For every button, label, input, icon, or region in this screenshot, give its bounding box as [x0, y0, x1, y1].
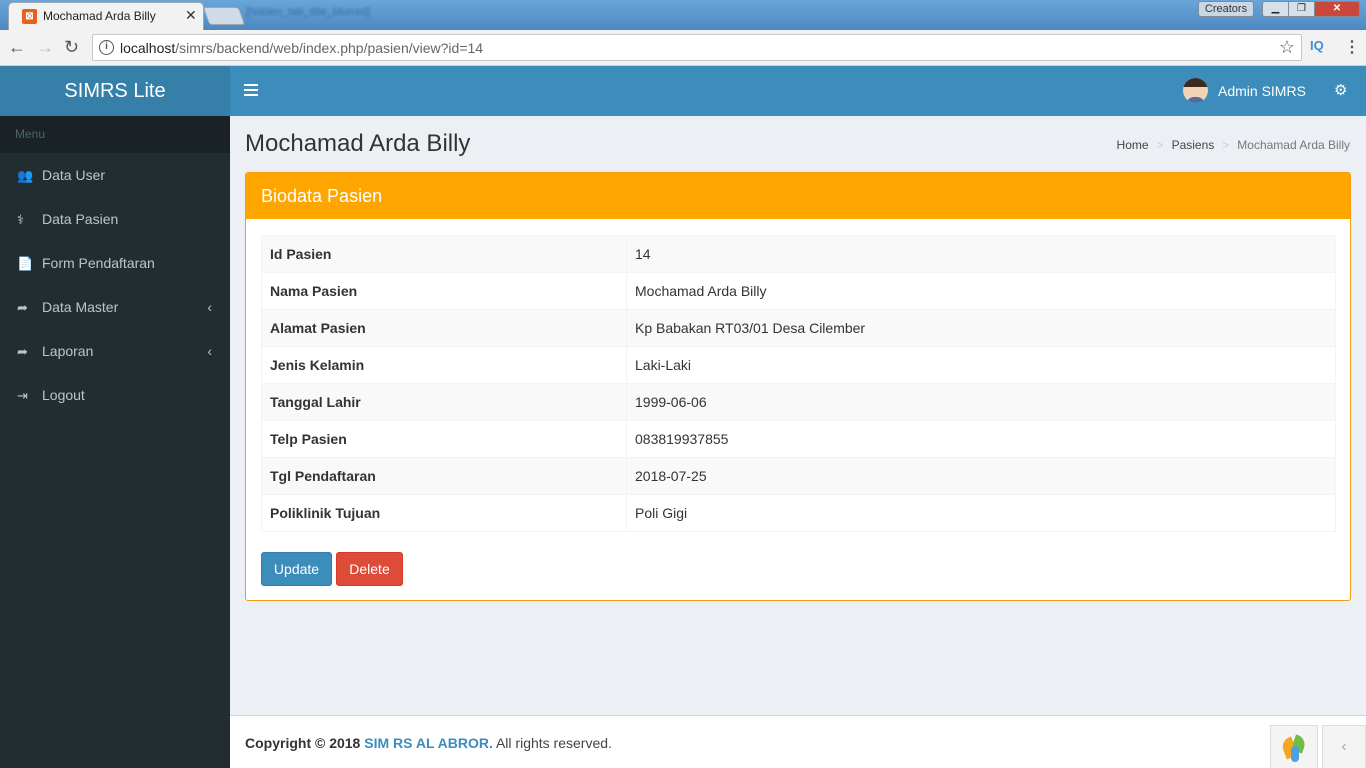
creators-button[interactable]: Creators — [1198, 1, 1254, 17]
sidebar-item-label: Data User — [42, 167, 106, 183]
data-master-icon: ➦ — [17, 300, 28, 315]
delete-button[interactable]: Delete — [336, 552, 403, 586]
browser-tab-title: Mochamad Arda Billy — [43, 9, 156, 23]
breadcrumb-separator: > — [1156, 138, 1164, 152]
field-label: Telp Pasien — [261, 420, 627, 458]
bookmark-star-icon[interactable]: ☆ — [1279, 37, 1295, 58]
back-arrow-icon[interactable]: ← — [8, 37, 26, 57]
table-row: Id Pasien 14 — [261, 235, 1336, 273]
sidebar-header: Menu — [0, 116, 230, 153]
avatar — [1183, 78, 1208, 103]
breadcrumb-home[interactable]: Home — [1117, 138, 1149, 152]
biodata-box: Biodata Pasien Id Pasien 14 Nama Pasien Moc… — [245, 172, 1351, 601]
new-tab-button[interactable] — [202, 7, 246, 25]
field-value: Laki-Laki — [626, 346, 1336, 384]
sidebar-toggle-icon[interactable] — [244, 81, 258, 101]
browser-tabstrip: ⊠ Mochamad Arda Billy ✕ [hidden_tab_titl… — [0, 0, 1366, 30]
table-row: Tanggal Lahir 1999-06-06 — [261, 383, 1336, 421]
forward-arrow-icon[interactable]: → — [36, 37, 54, 57]
url-host: localhost — [120, 40, 176, 56]
page-title: Mochamad Arda Billy — [245, 130, 471, 157]
window-maximize-icon[interactable]: ❐ — [1288, 1, 1315, 17]
logout-icon: ⇥ — [17, 388, 28, 403]
field-label: Id Pasien — [261, 235, 627, 273]
reload-icon[interactable]: ↻ — [64, 37, 79, 57]
laporan-icon: ➦ — [17, 344, 28, 359]
sidebar-item-label: Logout — [42, 387, 85, 403]
sidebar-item-label: Form Pendaftaran — [42, 255, 155, 271]
field-label: Alamat Pasien — [261, 309, 627, 347]
field-value: Kp Babakan RT03/01 Desa Cilember — [626, 309, 1336, 347]
data-pasien-icon: ⚕ — [17, 212, 25, 227]
table-row: Nama Pasien Mochamad Arda Billy — [261, 272, 1336, 310]
breadcrumb-current: Mochamad Arda Billy — [1237, 138, 1350, 152]
url-path: /simrs/backend/web/index.php/pasien/view… — [175, 40, 484, 56]
sidebar-menu: 👥 Data User ⚕ Data Pasien 📄 Form Pendaftaran ➦… — [0, 153, 230, 417]
table-row: Poliklinik Tujuan Poli Gigi — [261, 494, 1336, 532]
table-row: Telp Pasien 083819937855 — [261, 420, 1336, 458]
breadcrumb-pasiens[interactable]: Pasiens — [1172, 138, 1215, 152]
yii-debug-icon[interactable] — [1270, 725, 1318, 768]
sidebar-item-label: Data Master — [42, 299, 119, 315]
sidebar: Menu 👥 Data User ⚕ Data Pasien 📄 Form Pendaft… — [0, 116, 230, 768]
detail-table: Id Pasien 14 Nama Pasien Mochamad Arda Bill… — [261, 235, 1336, 532]
field-value: 14 — [626, 235, 1336, 273]
table-row: Alamat Pasien Kp Babakan RT03/01 Desa Cil… — [261, 309, 1336, 347]
breadcrumb-separator: > — [1222, 138, 1230, 152]
footer-org-link[interactable]: SIM RS AL ABROR. — [364, 735, 493, 751]
field-value: Poli Gigi — [626, 494, 1336, 532]
field-label: Jenis Kelamin — [261, 346, 627, 384]
xampp-favicon-icon: ⊠ — [22, 9, 37, 24]
field-label: Tanggal Lahir — [261, 383, 627, 421]
address-bar[interactable]: i localhost/simrs/backend/web/index.php/… — [92, 34, 1302, 61]
window-minimize-icon[interactable]: ▁ — [1262, 1, 1289, 17]
background-window-title: [hidden_tab_title_blurred] — [246, 6, 371, 18]
chevron-left-icon: ‹ — [207, 343, 212, 359]
site-info-icon[interactable]: i — [99, 40, 114, 55]
update-button[interactable]: Update — [261, 552, 332, 586]
form-pendaftaran-icon: 📄 — [17, 256, 34, 271]
box-header: Biodata Pasien — [246, 173, 1350, 219]
chevron-left-icon: ‹ — [207, 299, 212, 315]
app-logo[interactable]: SIMRS Lite — [0, 66, 230, 116]
footer-copyright: Copyright © 2018 — [245, 735, 361, 751]
sidebar-item-logout[interactable]: ⇥ Logout — [0, 373, 230, 417]
sidebar-item-label: Laporan — [42, 343, 94, 359]
url-text[interactable]: localhost/simrs/backend/web/index.php/pa… — [120, 40, 483, 56]
sidebar-item-data-user[interactable]: 👥 Data User — [0, 153, 230, 197]
browser-toolbar: ← → ↻ i localhost/simrs/backend/web/inde… — [0, 30, 1366, 66]
browser-tab-active[interactable]: ⊠ Mochamad Arda Billy ✕ — [8, 2, 204, 30]
data-user-icon: 👥 — [17, 168, 34, 183]
user-name: Admin SIMRS — [1218, 83, 1306, 99]
tab-close-icon[interactable]: ✕ — [185, 7, 197, 24]
sidebar-item-data-master[interactable]: ➦ Data Master ‹ — [0, 285, 230, 329]
sidebar-item-form-pendaftaran[interactable]: 📄 Form Pendaftaran — [0, 241, 230, 285]
field-value: Mochamad Arda Billy — [626, 272, 1336, 310]
footer-text: Copyright © 2018 SIM RS AL ABROR. All ri… — [245, 735, 612, 751]
breadcrumb: Home > Pasiens > Mochamad Arda Billy — [1117, 138, 1350, 152]
table-row: Tgl Pendaftaran 2018-07-25 — [261, 457, 1336, 495]
field-value: 2018-07-25 — [626, 457, 1336, 495]
browser-menu-icon[interactable]: ⋮ — [1344, 37, 1360, 57]
sidebar-item-data-pasien[interactable]: ⚕ Data Pasien — [0, 197, 230, 241]
user-menu[interactable]: Admin SIMRS — [1180, 66, 1320, 116]
field-label: Poliklinik Tujuan — [261, 494, 627, 532]
field-value: 083819937855 — [626, 420, 1336, 458]
debug-toggle-chevron-icon[interactable]: ‹ — [1322, 725, 1366, 768]
iq-extension-icon[interactable]: IQ — [1310, 38, 1324, 53]
gears-icon[interactable]: ⚙ — [1334, 81, 1347, 99]
footer: Copyright © 2018 SIM RS AL ABROR. All ri… — [230, 715, 1366, 768]
field-label: Tgl Pendaftaran — [261, 457, 627, 495]
footer-rights: All rights reserved. — [495, 735, 612, 751]
field-value: 1999-06-06 — [626, 383, 1336, 421]
field-label: Nama Pasien — [261, 272, 627, 310]
sidebar-item-label: Data Pasien — [42, 211, 119, 227]
table-row: Jenis Kelamin Laki-Laki — [261, 346, 1336, 384]
sidebar-item-laporan[interactable]: ➦ Laporan ‹ — [0, 329, 230, 373]
top-navbar: Admin SIMRS ⚙ — [230, 66, 1366, 116]
window-close-icon[interactable]: ✕ — [1314, 1, 1360, 17]
